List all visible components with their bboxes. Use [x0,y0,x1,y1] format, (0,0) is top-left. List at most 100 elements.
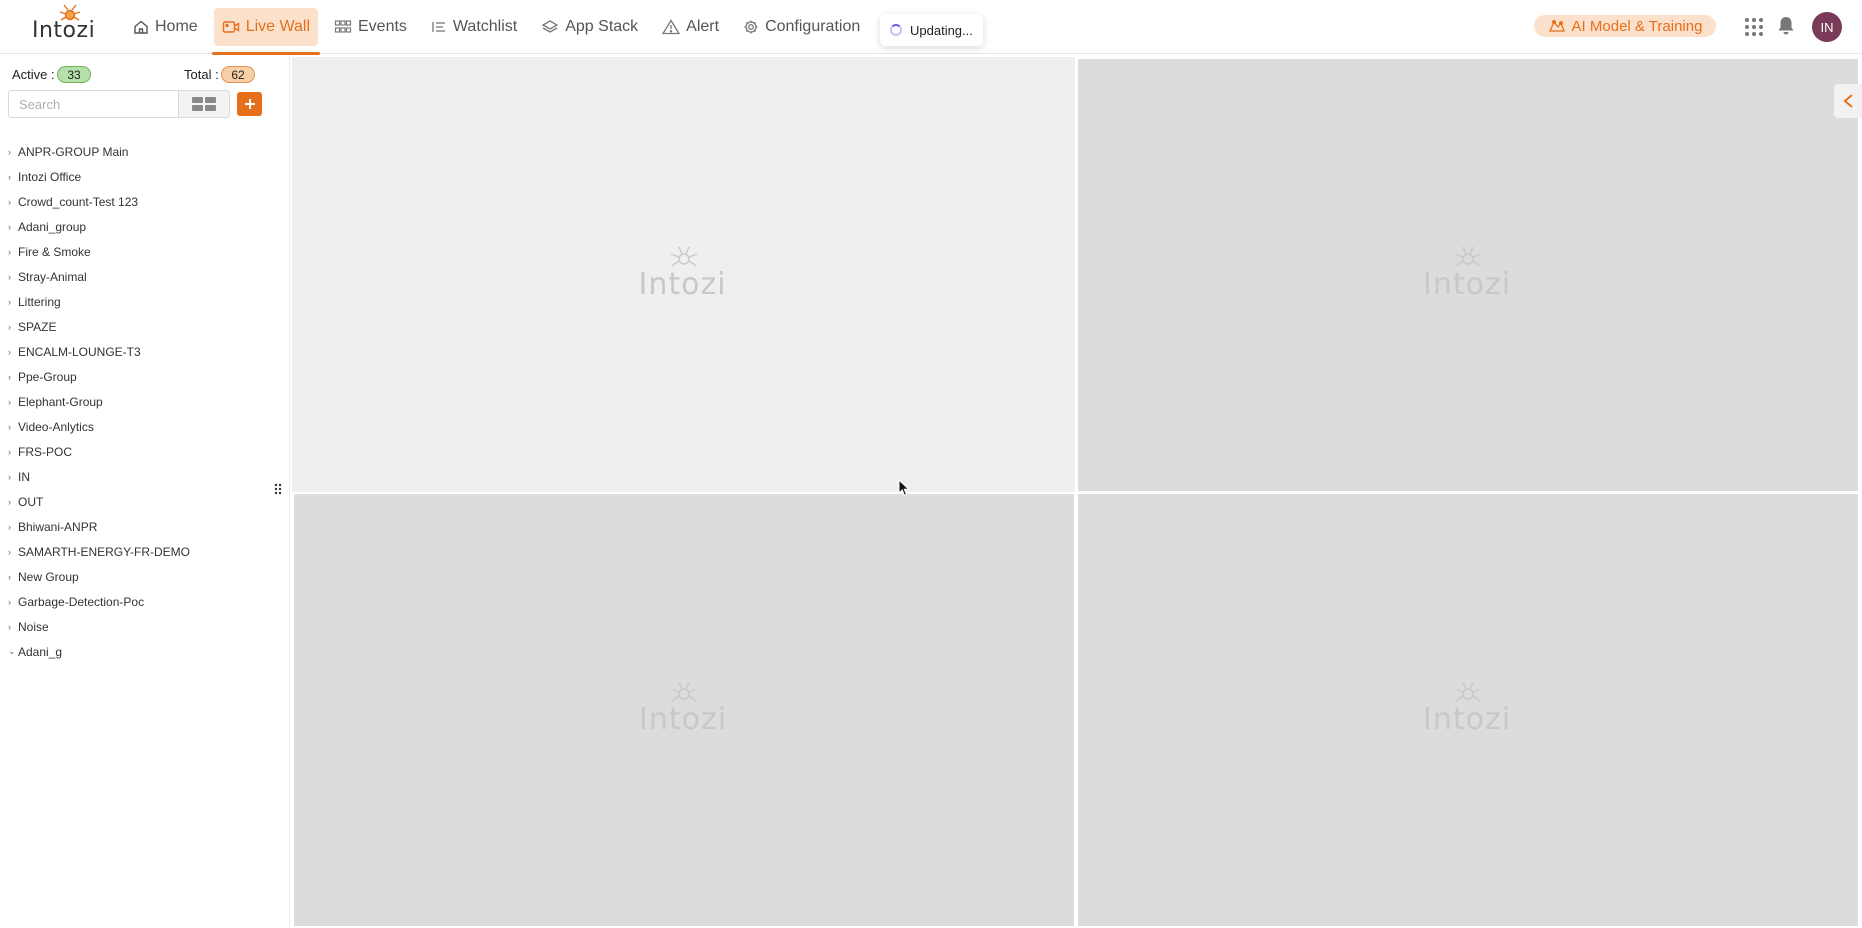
group-item[interactable]: › OUT [8,489,278,514]
group-label: Adani_g [18,644,63,659]
active-count-badge: 33 [57,66,91,83]
nav-app-stack[interactable]: App Stack [533,8,646,46]
intozi-logo[interactable]: Intozi [30,4,102,44]
drag-handle-icon[interactable] [274,483,282,495]
ai-model-training-button[interactable]: AI Model & Training [1534,15,1716,37]
group-item[interactable]: › SPAZE [8,314,278,339]
ai-model-icon [1548,20,1565,32]
group-item[interactable]: › SAMARTH-ENERGY-FR-DEMO [8,539,278,564]
tile-logo-text: Intozi [1423,267,1512,302]
chevron-right-icon: › [8,271,11,282]
chevron-right-icon: › [8,171,11,182]
nav-home[interactable]: Home [125,8,206,46]
camera-tile[interactable]: Intozi [292,57,1075,492]
layers-icon [541,20,559,33]
group-label: ANPR-GROUP Main [18,144,129,159]
chevron-left-icon [1843,94,1853,108]
group-item[interactable]: › ENCALM-LOUNGE-T3 [8,339,278,364]
group-item[interactable]: › Ppe-Group [8,364,278,389]
group-label: IN [18,469,30,484]
tile-placeholder-logo: Intozi [629,245,739,305]
group-label: OUT [18,494,44,509]
tile-placeholder-logo: Intozi [629,680,739,740]
group-label: Adani_group [18,219,87,234]
nav-configuration-label: Configuration [765,18,861,35]
chevron-right-icon: › [8,621,11,632]
chevron-right-icon: › [8,421,11,432]
grid-view-toggle[interactable] [179,90,230,118]
tile-logo-text: Intozi [639,702,728,737]
live-wall-grid: Intozi Intozi Intozi Intozi [292,56,1862,928]
nav-live-wall-label: Live Wall [245,18,310,35]
group-item[interactable]: › ANPR-GROUP Main [8,139,278,164]
group-item[interactable]: › Video-Anlytics [8,414,278,439]
nav-watchlist-label: Watchlist [452,18,518,35]
tile-logo-text: Intozi [1423,702,1512,737]
camera-tile[interactable]: Intozi [294,494,1074,926]
nav-events[interactable]: Events [326,8,415,46]
nav-watchlist[interactable]: Watchlist [423,8,525,46]
group-item[interactable]: › IN [8,464,278,489]
camera-tile[interactable]: Intozi [1078,494,1858,926]
bell-icon[interactable] [1777,16,1795,36]
group-item[interactable]: › Elephant-Group [8,389,278,414]
apps-grid-icon[interactable] [1744,17,1764,37]
group-item-expanded[interactable]: ⌄ Adani_g [8,639,278,664]
alert-triangle-icon [662,19,681,35]
chevron-right-icon: › [8,471,11,482]
add-group-button[interactable] [237,92,262,116]
updating-toast: Updating... [880,14,983,46]
top-bar: Intozi Home Live Wall Events Watchlist A… [0,0,1862,55]
nav-alert[interactable]: Alert [654,8,727,46]
grid-layout-icon [192,97,216,111]
gear-icon [744,20,758,34]
mouse-cursor-icon [898,479,910,497]
user-avatar[interactable]: IN [1812,12,1842,42]
group-label: Crowd_count-Test 123 [18,194,139,209]
group-item[interactable]: › Stray-Animal [8,264,278,289]
group-item[interactable]: › Adani_group [8,214,278,239]
home-icon [134,20,148,34]
total-label: Total : [184,67,219,82]
group-label: ENCALM-LOUNGE-T3 [18,344,141,359]
collapse-panel-tab[interactable] [1834,84,1862,118]
chevron-down-icon: ⌄ [8,646,16,656]
chevron-right-icon: › [8,221,11,232]
ai-button-label: AI Model & Training [1571,17,1703,35]
group-label: Stray-Animal [18,269,87,284]
camera-group-list: › ANPR-GROUP Main › Intozi Office › Crowd_c… [8,139,278,664]
group-label: Littering [18,294,61,309]
group-item[interactable]: › Littering [8,289,278,314]
camera-tile[interactable]: Intozi [1078,59,1858,491]
nav-live-wall[interactable]: Live Wall [211,8,321,55]
nav-configuration[interactable]: Configuration [735,8,868,46]
chevron-right-icon: › [8,496,11,507]
group-item[interactable]: › New Group [8,564,278,589]
group-label: FRS-POC [18,444,72,459]
group-item[interactable]: › FRS-POC [8,439,278,464]
chevron-right-icon: › [8,196,11,207]
tile-placeholder-logo: Intozi [1413,680,1523,740]
nav-app-stack-label: App Stack [565,18,639,35]
chevron-right-icon: › [8,546,11,557]
group-label: Fire & Smoke [18,244,91,259]
group-label: SPAZE [18,319,57,334]
group-item[interactable]: › Crowd_count-Test 123 [8,189,278,214]
search-input[interactable] [8,90,179,118]
search-row [8,90,278,118]
total-count-badge: 62 [221,66,255,83]
group-item[interactable]: › Garbage-Detection-Poc [8,589,278,614]
loading-spinner-icon [890,24,902,36]
group-item[interactable]: › Bhiwani-ANPR [8,514,278,539]
chevron-right-icon: › [8,571,11,582]
tile-placeholder-logo: Intozi [1413,245,1523,305]
chevron-right-icon: › [8,446,11,457]
nav-alert-label: Alert [686,18,720,35]
nav-home-label: Home [155,18,198,35]
video-camera-icon [222,21,239,33]
group-item[interactable]: › Noise [8,614,278,639]
chevron-right-icon: › [8,371,11,382]
group-item[interactable]: › Intozi Office [8,164,278,189]
watchlist-icon [432,22,445,32]
group-item[interactable]: › Fire & Smoke [8,239,278,264]
